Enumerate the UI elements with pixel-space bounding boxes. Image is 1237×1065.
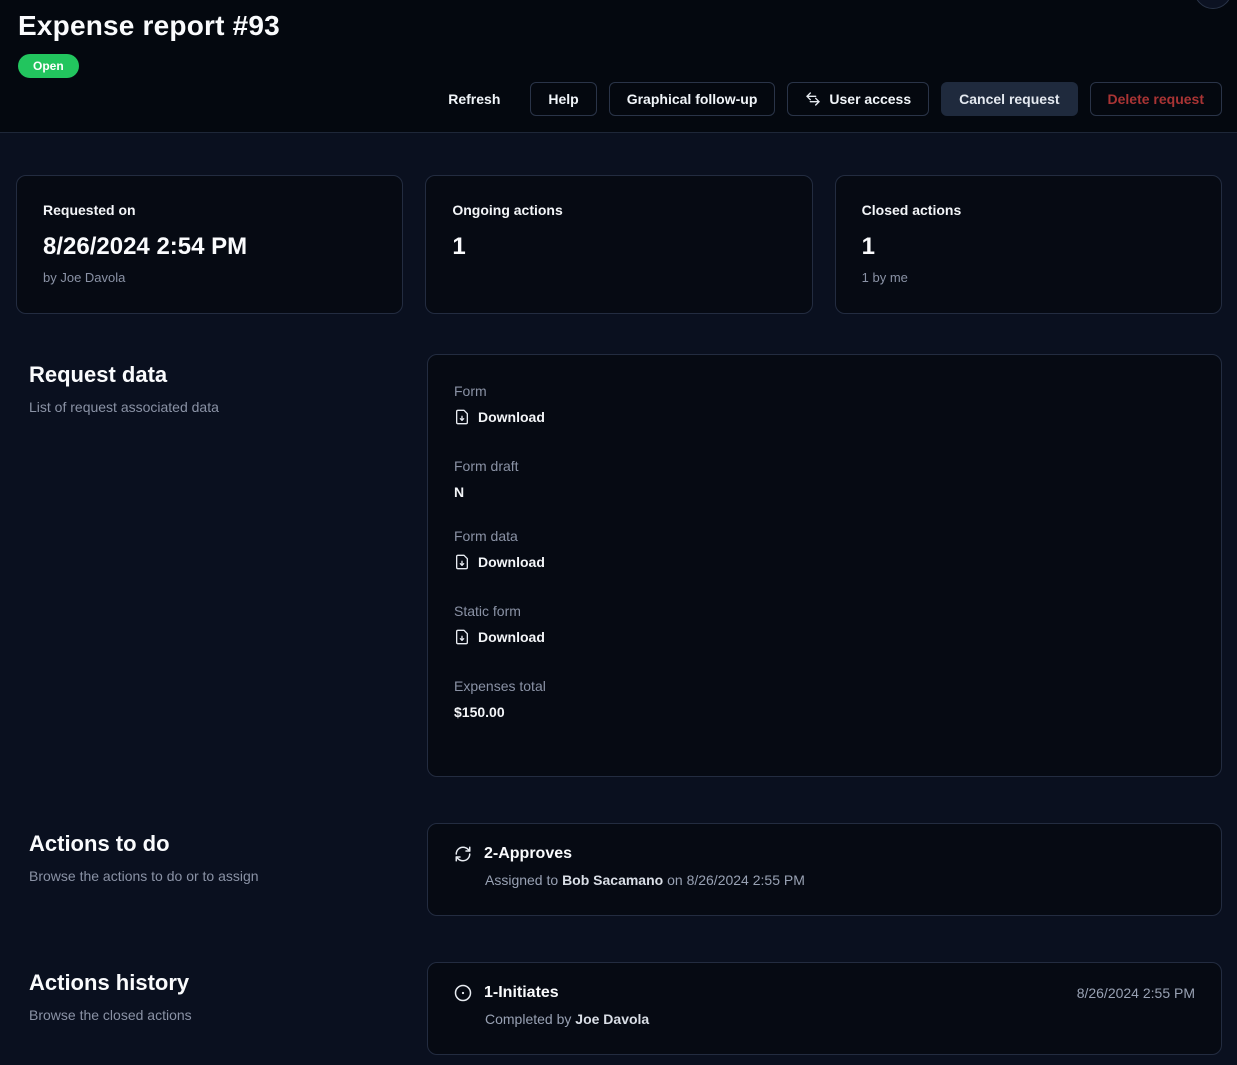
stat-value: 1 [452, 233, 785, 261]
help-button[interactable]: Help [530, 82, 596, 116]
page-title: Expense report #93 [18, 10, 1222, 42]
file-download-icon [454, 629, 470, 645]
assigned-prefix: Assigned to [485, 872, 558, 888]
circle-dot-icon [454, 984, 472, 1002]
assigned-timestamp: 8/26/2024 2:55 PM [687, 872, 805, 888]
download-label: Download [478, 409, 545, 425]
toolbar: Refresh Help Graphical follow-up User ac… [430, 82, 1222, 116]
action-completed-text: Completed by Joe Davola [485, 1011, 1195, 1027]
request-data-card: Form Download Form draft N Form data [427, 354, 1222, 777]
swap-arrows-icon [805, 91, 821, 107]
download-link-static-form[interactable]: Download [454, 629, 545, 645]
field-value: N [454, 484, 1195, 500]
stat-card-requested-on: Requested on 8/26/2024 2:54 PM by Joe Da… [16, 175, 403, 314]
stats-row: Requested on 8/26/2024 2:54 PM by Joe Da… [16, 175, 1222, 314]
stat-value: 1 [862, 233, 1195, 261]
assignee-name: Bob Sacamano [562, 872, 663, 888]
field-label: Static form [454, 603, 1195, 619]
page-header: Expense report #93 Open Refresh Help Gra… [0, 0, 1237, 133]
stat-value: 8/26/2024 2:54 PM [43, 233, 376, 261]
history-timestamp: 8/26/2024 2:55 PM [1077, 985, 1195, 1001]
field-form: Form Download [454, 383, 1195, 430]
field-label: Form draft [454, 458, 1195, 474]
refresh-button[interactable]: Refresh [430, 82, 518, 116]
section-title: Actions to do [29, 831, 412, 857]
field-label: Form data [454, 528, 1195, 544]
stat-sub: by Joe Davola [43, 270, 376, 285]
section-subtitle: Browse the actions to do or to assign [29, 868, 412, 884]
download-link-form[interactable]: Download [454, 409, 545, 425]
stat-card-closed-actions: Closed actions 1 1 by me [835, 175, 1222, 314]
stat-label: Requested on [43, 202, 376, 218]
request-data-section: Request data List of request associated … [16, 354, 1222, 777]
file-download-icon [454, 554, 470, 570]
user-access-label: User access [829, 91, 911, 107]
stat-label: Closed actions [862, 202, 1195, 218]
corner-widget [1194, 0, 1232, 9]
action-title: 1-Initiates [484, 984, 559, 1002]
user-access-button[interactable]: User access [787, 82, 929, 116]
field-form-data: Form data Download [454, 528, 1195, 575]
actions-history-head: Actions history Browse the closed action… [16, 962, 412, 1055]
field-static-form: Static form Download [454, 603, 1195, 650]
stat-label: Ongoing actions [452, 202, 785, 218]
actions-history-section: Actions history Browse the closed action… [16, 962, 1222, 1055]
action-history-item[interactable]: 1-Initiates 8/26/2024 2:55 PM Completed … [427, 962, 1222, 1055]
field-value: $150.00 [454, 704, 1195, 720]
field-expenses-total: Expenses total $150.00 [454, 678, 1195, 720]
completed-prefix: Completed by [485, 1011, 571, 1027]
action-assignment-text: Assigned to Bob Sacamano on 8/26/2024 2:… [485, 872, 1195, 888]
actor-name: Joe Davola [575, 1011, 649, 1027]
delete-request-button[interactable]: Delete request [1090, 82, 1222, 116]
action-title: 2-Approves [484, 845, 572, 863]
graphical-follow-up-button[interactable]: Graphical follow-up [609, 82, 776, 116]
main-content: Requested on 8/26/2024 2:54 PM by Joe Da… [0, 133, 1237, 1065]
stat-card-ongoing-actions: Ongoing actions 1 [425, 175, 812, 314]
action-to-do-item[interactable]: 2-Approves Assigned to Bob Sacamano on 8… [427, 823, 1222, 916]
field-label: Expenses total [454, 678, 1195, 694]
download-label: Download [478, 554, 545, 570]
field-label: Form [454, 383, 1195, 399]
field-form-draft: Form draft N [454, 458, 1195, 500]
actions-to-do-section: Actions to do Browse the actions to do o… [16, 823, 1222, 916]
download-label: Download [478, 629, 545, 645]
section-subtitle: List of request associated data [29, 399, 412, 415]
section-subtitle: Browse the closed actions [29, 1007, 412, 1023]
section-title: Actions history [29, 970, 412, 996]
actions-to-do-head: Actions to do Browse the actions to do o… [16, 823, 412, 916]
section-title: Request data [29, 362, 412, 388]
file-download-icon [454, 409, 470, 425]
cancel-request-button[interactable]: Cancel request [941, 82, 1077, 116]
request-data-head: Request data List of request associated … [16, 354, 412, 777]
download-link-form-data[interactable]: Download [454, 554, 545, 570]
stat-sub: 1 by me [862, 270, 1195, 285]
status-badge: Open [18, 54, 79, 78]
assigned-connector: on [667, 872, 683, 888]
refresh-icon [454, 845, 472, 863]
